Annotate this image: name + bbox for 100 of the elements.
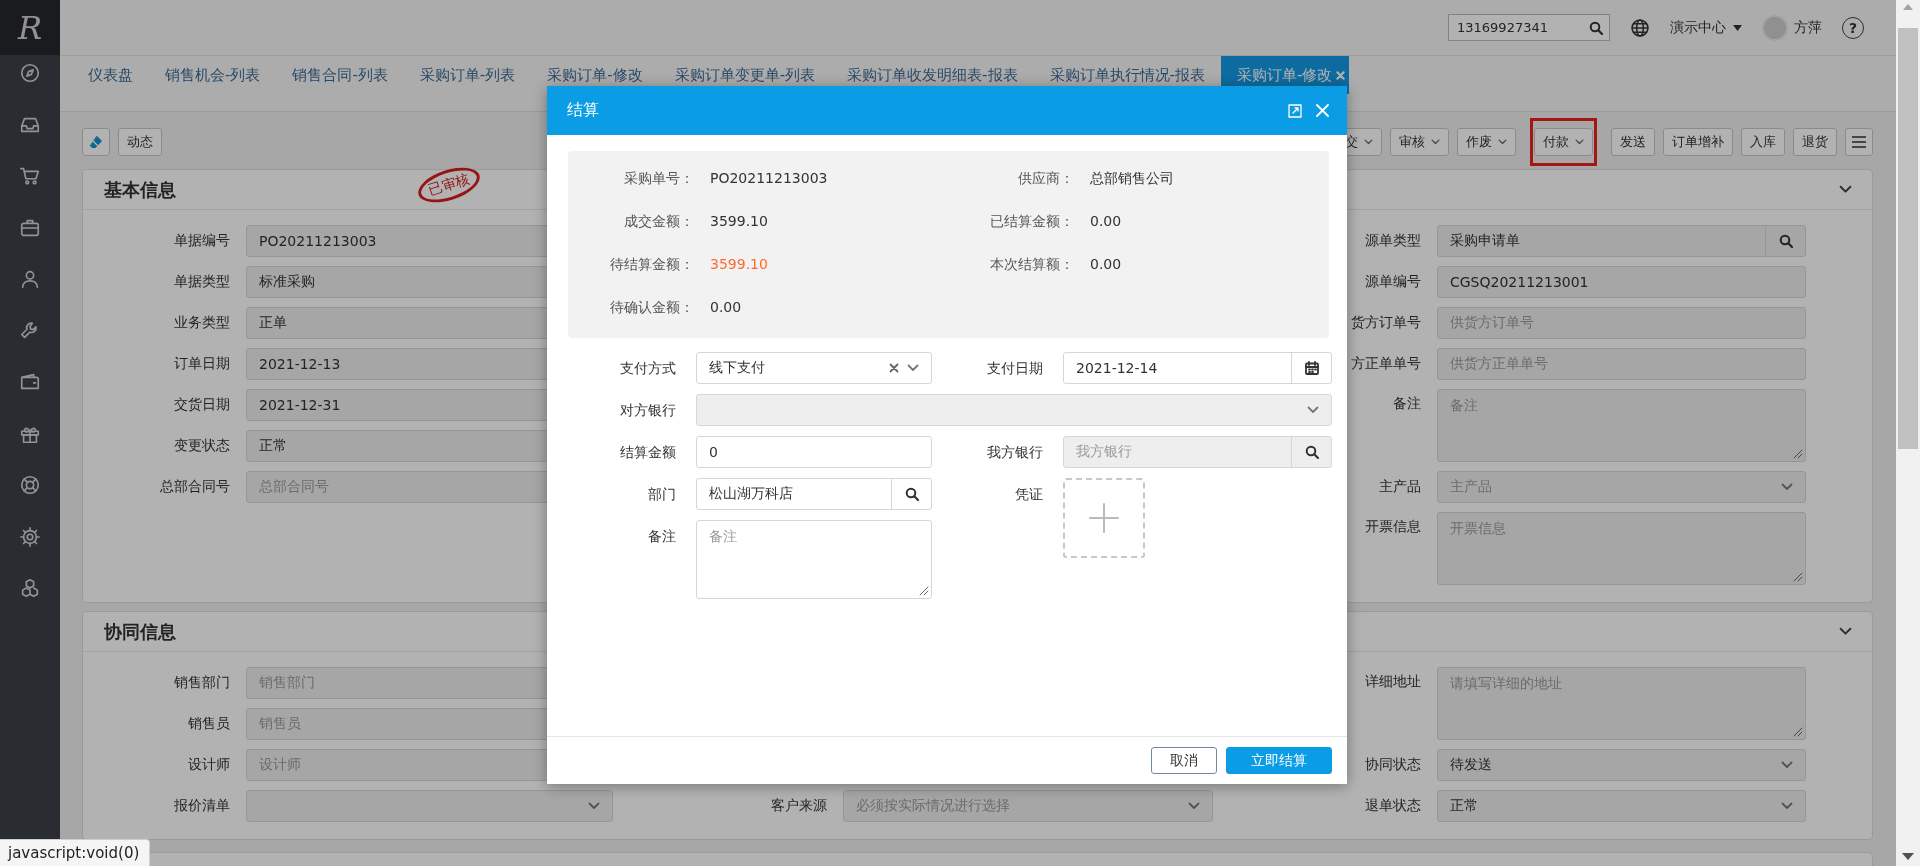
summary-label: 供应商： (1017, 169, 1074, 188)
text-field[interactable]: CGSQ20211213001 (1437, 266, 1806, 298)
search-icon (1778, 234, 1793, 248)
tab[interactable]: 销售机会-列表 (149, 56, 277, 94)
summary-value: 0.00 (1090, 255, 1123, 274)
field-label: 方正单单号 (1351, 355, 1421, 373)
toolbar-button[interactable]: 作废 (1457, 127, 1516, 156)
tab[interactable]: 销售合同-列表 (276, 56, 404, 94)
search-field[interactable]: 松山湖万科店 (696, 478, 932, 510)
eraser-icon (89, 134, 103, 149)
date-field[interactable]: 2021-12-14 (1063, 352, 1332, 384)
activity-button[interactable]: 动态 (118, 127, 162, 156)
close-icon[interactable] (1316, 104, 1329, 117)
field-label: 主产品 (1379, 478, 1421, 496)
scrollbar-thumb[interactable] (1898, 28, 1918, 449)
summary-value: PO20211213003 (710, 169, 829, 188)
summary-value: 3599.10 (710, 212, 769, 231)
user-name[interactable]: 方萍 (1794, 18, 1822, 37)
resize-grip-icon (918, 585, 929, 596)
menu-icon (1852, 135, 1866, 148)
field-label: 客户来源 (771, 797, 827, 815)
app-logo[interactable]: R (0, 0, 60, 55)
user-icon[interactable] (19, 268, 41, 290)
clear-icon[interactable] (889, 363, 899, 373)
tab[interactable]: 仪表盘 (72, 56, 149, 94)
toolbar-button[interactable]: 发送 (1611, 127, 1655, 156)
dialog-title: 结算 (567, 100, 600, 121)
resize-grip-icon (1792, 448, 1803, 459)
field-label: 设计师 (188, 756, 230, 774)
calendar-icon (1304, 361, 1319, 375)
chevron-down-icon (907, 364, 919, 372)
maximize-icon[interactable] (1288, 103, 1302, 118)
field-label: 备注 (647, 527, 676, 546)
chevron-down-icon (1781, 761, 1793, 769)
toolbar-button[interactable]: 付款 (1530, 117, 1597, 166)
chevron-down-icon (588, 802, 600, 810)
field-label: 变更状态 (174, 437, 230, 455)
chevron-down-icon[interactable] (1839, 185, 1852, 194)
field-label: 开票信息 (1365, 517, 1421, 536)
summary-value: 总部销售公司 (1090, 169, 1175, 188)
resize-grip-icon (1792, 726, 1803, 737)
cubes-icon[interactable] (19, 577, 41, 599)
toolbar-button[interactable]: 退货 (1793, 127, 1837, 156)
cancel-button[interactable]: 取消 (1151, 747, 1217, 774)
menu-button[interactable] (1845, 127, 1873, 156)
summary-label: 已结算金额： (989, 212, 1074, 231)
text-field[interactable]: 0 (696, 436, 932, 468)
chevron-down-icon (1188, 802, 1200, 810)
toolbar-button[interactable]: 订单增补 (1663, 127, 1733, 156)
field-label: 凭证 (1014, 485, 1043, 504)
field-label: 退单状态 (1365, 797, 1421, 815)
search-icon (1304, 445, 1319, 459)
tab[interactable]: 采购订单-列表 (403, 56, 532, 94)
field-label: 我方银行 (986, 443, 1043, 462)
chevron-down-icon (1364, 138, 1373, 145)
chevron-down-icon (1431, 138, 1440, 145)
toolbar-button[interactable]: 入库 (1741, 127, 1785, 156)
select-field[interactable] (246, 790, 613, 822)
toolbar-button[interactable]: 审核 (1390, 127, 1449, 156)
chevron-down-icon[interactable] (1839, 627, 1852, 636)
globe-icon[interactable] (1630, 17, 1650, 38)
field-label: 单据类型 (174, 273, 230, 291)
cart-icon[interactable] (19, 165, 41, 187)
panel-title: 协同信息 (104, 619, 176, 644)
summary-value: 3599.10 (710, 255, 769, 274)
field-label: 销售员 (188, 715, 230, 733)
field-label: 部门 (647, 485, 676, 504)
select-field[interactable]: 待发送 (1437, 749, 1806, 781)
summary-label: 本次结算额： (989, 255, 1074, 274)
plus-icon (1088, 502, 1120, 534)
search-field[interactable]: 13169927341 (1448, 14, 1610, 41)
scroll-down-icon[interactable] (1902, 853, 1914, 860)
field-label: 支付日期 (986, 359, 1043, 378)
search-icon (904, 487, 919, 501)
settings-icon[interactable] (19, 525, 41, 548)
panel-title: 基本信息 (104, 177, 176, 202)
summary-value: 0.00 (710, 298, 743, 317)
field-label: 报价清单 (174, 797, 230, 815)
resize-grip-icon (1792, 571, 1803, 582)
scrollbar[interactable] (1896, 0, 1920, 866)
field-label: 交货日期 (174, 396, 230, 414)
search-icon (1589, 20, 1603, 35)
field-label: 对方银行 (619, 401, 676, 420)
search-field[interactable]: 采购申请单 (1437, 225, 1806, 257)
chevron-down-icon (1498, 138, 1507, 145)
field-label: 源单编号 (1365, 273, 1421, 291)
summary-value: 0.00 (1090, 212, 1123, 231)
organization-menu[interactable]: 演示中心 (1670, 18, 1742, 37)
summary-label: 采购单号： (623, 169, 694, 188)
caret-down-icon (1733, 24, 1742, 31)
lifebuoy-icon[interactable] (19, 474, 41, 496)
field-label: 货方订单号 (1351, 314, 1421, 332)
field-label: 总部合同号 (160, 478, 230, 496)
eraser-button[interactable] (82, 127, 110, 156)
field-label: 支付方式 (619, 359, 676, 378)
select-field[interactable]: 线下支付 (696, 352, 932, 384)
close-icon[interactable] (1336, 70, 1346, 80)
compass-icon[interactable] (19, 62, 41, 84)
select-field[interactable]: 正常 (1437, 790, 1806, 822)
status-bar-text: javascript:void(0) (0, 839, 151, 866)
